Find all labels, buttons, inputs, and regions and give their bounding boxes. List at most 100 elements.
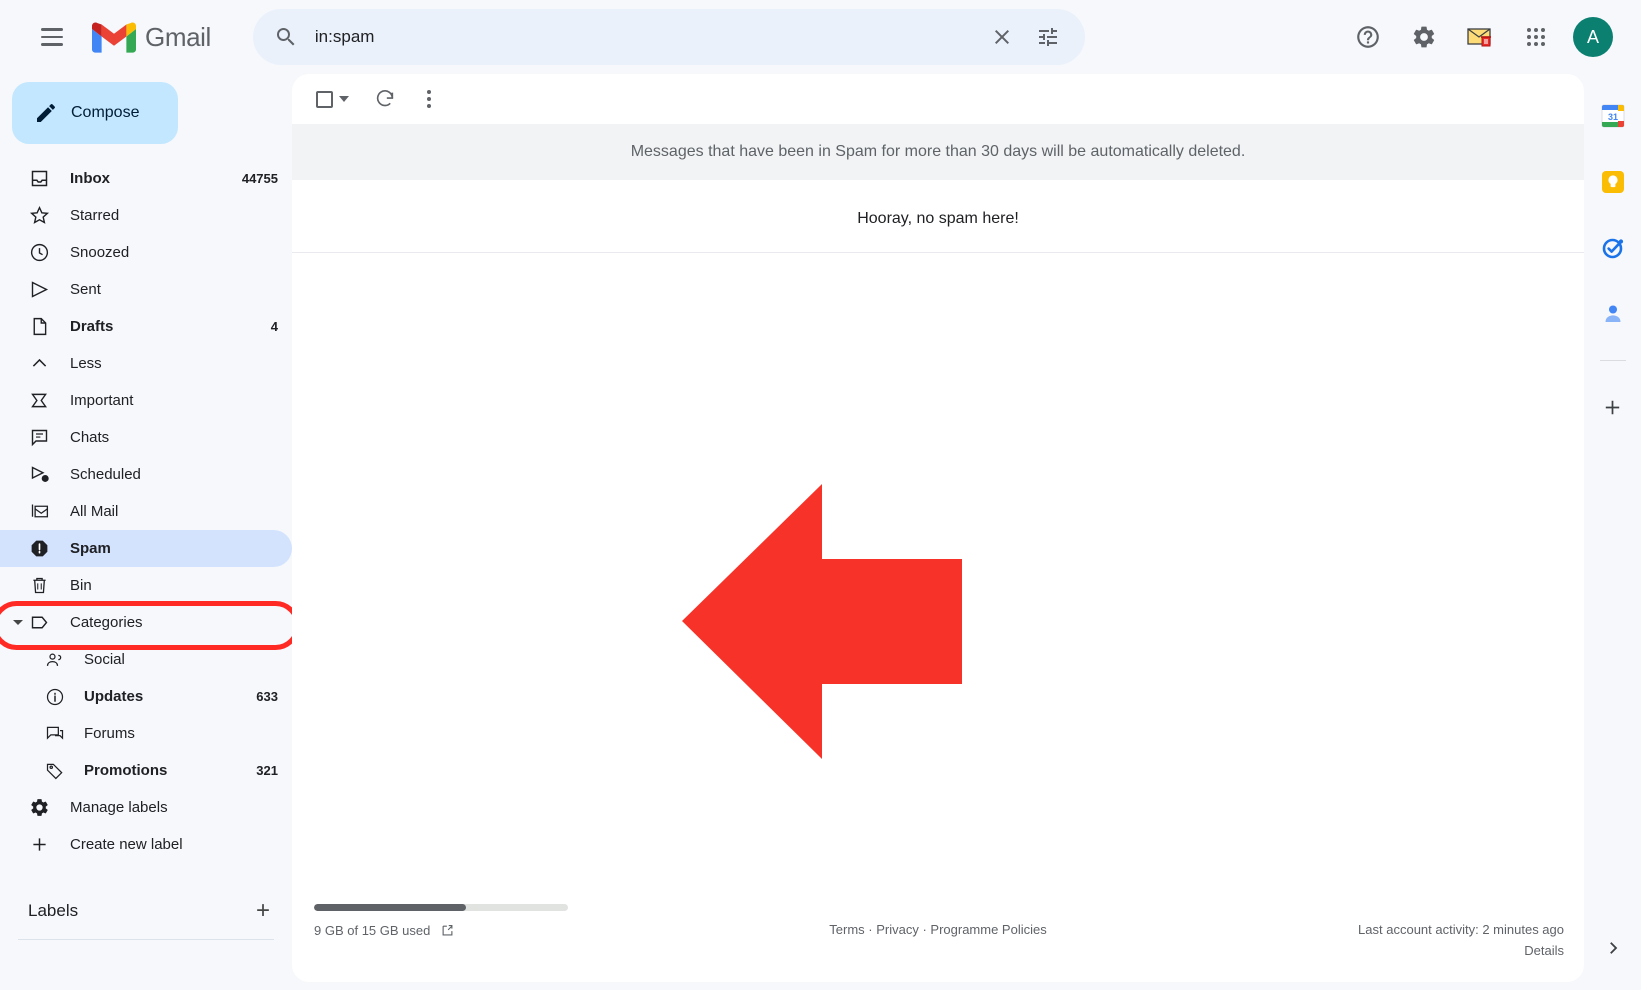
gmail-logo-icon [92,22,136,53]
clock-icon [28,242,50,263]
sidebar-item-starred[interactable]: Starred [0,197,292,234]
details-link[interactable]: Details [1264,943,1564,958]
terms-link[interactable]: Terms [829,922,864,937]
sidebar-item-important[interactable]: Important [0,382,292,419]
sidebar-item-label: Categories [70,614,143,631]
sidebar-item-scheduled[interactable]: Scheduled [0,456,292,493]
sidebar-item-count: 44755 [241,171,278,186]
sidebar-item-label: Updates [84,688,144,705]
storage-label: 9 GB of 15 GB used [314,923,431,938]
forum-icon [44,724,66,744]
links-separator: · [918,922,931,937]
sidebar-item-label: Starred [70,207,120,224]
labels-section-header: Labels + [0,889,292,933]
gmail-brand[interactable]: Gmail [92,20,211,54]
sidebar-item-label: Important [70,392,134,409]
sidebar-item-count: 4 [270,319,278,334]
scheduled-icon [28,464,50,485]
contacts-icon[interactable] [1593,294,1633,334]
plus-icon[interactable] [1593,387,1633,427]
gear-icon [28,797,50,818]
search-bar[interactable] [252,9,1085,65]
compose-label: Compose [71,104,140,121]
star-icon [28,205,50,226]
close-icon[interactable] [979,14,1025,60]
spam-icon [28,538,50,559]
empty-state-message: Hooray, no spam here! [857,210,1019,227]
sidebar: Compose Inbox 44755 Starred Snoozed Sent [0,74,292,990]
more-vertical-icon[interactable] [409,79,449,119]
search-icon[interactable] [263,14,309,60]
sidebar-item-drafts[interactable]: Drafts 4 [0,308,292,345]
send-icon [28,279,50,300]
sidebar-item-updates[interactable]: Updates 633 [0,678,292,715]
checkbox-icon[interactable] [316,90,333,108]
sidebar-item-label: All Mail [70,503,119,520]
sidebar-item-social[interactable]: Social [0,641,292,678]
plus-icon [28,834,50,855]
mail-toolbar [292,74,1584,124]
sidebar-item-spam[interactable]: Spam [0,530,292,567]
sidebar-item-all-mail[interactable]: All Mail [0,493,292,530]
sidebar-item-label: Spam [70,540,111,557]
spam-retention-notice: Messages that have been in Spam for more… [292,124,1584,180]
app-header: Gmail in:spam A [0,0,1641,74]
refresh-icon[interactable] [365,79,405,119]
sidebar-item-snoozed[interactable]: Snoozed [0,234,292,271]
sidebar-item-label: Manage labels [70,799,168,816]
storage-progress-fill [314,904,467,911]
header-actions: A [1343,12,1623,62]
sidebar-item-inbox[interactable]: Inbox 44755 [0,160,292,197]
tasks-icon[interactable] [1593,228,1633,268]
sidebar-item-forums[interactable]: Forums [0,715,292,752]
search-input[interactable] [308,27,979,47]
programme-policies-link[interactable]: Programme Policies [930,922,1046,937]
search-options-icon[interactable] [1025,14,1071,60]
chevron-right-icon[interactable] [1595,930,1631,966]
label-icon [28,612,50,633]
avatar[interactable]: A [1573,17,1613,57]
external-link-icon[interactable] [440,923,455,938]
calendar-icon[interactable]: 31 [1593,96,1633,136]
select-all-control[interactable] [304,90,361,108]
sidebar-item-categories[interactable]: Categories [0,604,292,641]
help-icon[interactable] [1343,12,1393,62]
apps-grid-icon[interactable] [1511,12,1561,62]
storage-progress-bar [314,904,568,911]
all-mail-icon [28,501,50,522]
sidebar-item-manage-labels[interactable]: Manage labels [0,789,292,826]
footer-links: Terms · Privacy · Programme Policies [612,904,1264,937]
sidebar-item-count: 633 [256,689,278,704]
sidebar-item-chats[interactable]: Chats [0,419,292,456]
sidebar-item-label: Sent [70,281,101,298]
links-separator: · [864,922,877,937]
sidebar-item-create-label[interactable]: Create new label [0,826,292,863]
annotation-arrow [682,484,962,759]
sidebar-item-bin[interactable]: Bin [0,567,292,604]
hamburger-menu-icon[interactable] [26,11,78,63]
sidebar-item-label: Social [84,651,125,668]
sidebar-item-promotions[interactable]: Promotions 321 [0,752,292,789]
main-footer: 9 GB of 15 GB used Terms · Privacy · Pro… [292,904,1584,958]
privacy-link[interactable]: Privacy [876,922,919,937]
sidebar-item-less[interactable]: Less [0,345,292,382]
sidebar-item-label: Promotions [84,762,168,779]
envelope-trash-icon[interactable] [1455,12,1505,62]
sidebar-item-sent[interactable]: Sent [0,271,292,308]
sidebar-item-count: 321 [256,763,278,778]
side-panel: 31 [1584,74,1641,990]
labels-title: Labels [28,901,79,920]
rail-divider [1599,360,1626,361]
chevron-down-icon[interactable] [339,96,349,102]
compose-button[interactable]: Compose [12,82,178,144]
sidebar-item-label: Less [70,355,102,372]
info-icon [44,687,66,707]
plus-icon[interactable]: + [256,899,270,923]
storage-info[interactable]: 9 GB of 15 GB used [314,923,612,938]
draft-icon [28,316,50,337]
gear-icon[interactable] [1399,12,1449,62]
keep-icon[interactable] [1593,162,1633,202]
sidebar-item-label: Scheduled [70,466,141,483]
sidebar-item-label: Chats [70,429,110,446]
chevron-up-icon [28,353,50,374]
